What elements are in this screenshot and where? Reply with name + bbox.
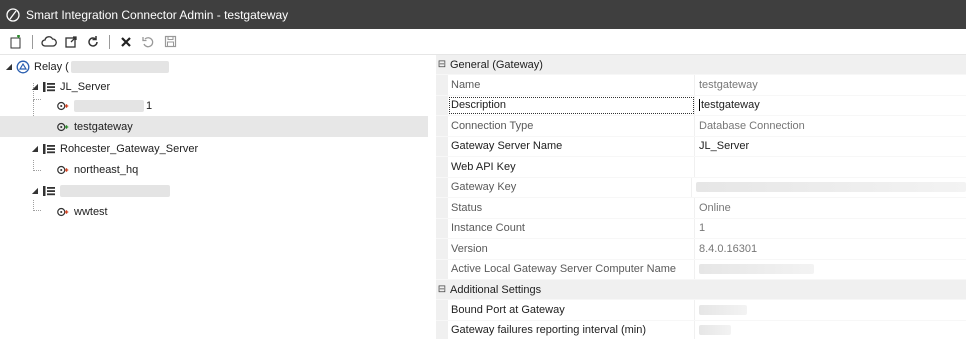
tree-node-label: Rohcester_Gateway_Server bbox=[60, 142, 199, 155]
tree-node-label: 1 bbox=[146, 99, 153, 112]
description-input[interactable]: testgateway bbox=[695, 96, 966, 116]
tree-node-gateway-selected[interactable]: testgateway bbox=[0, 116, 428, 137]
relay-icon bbox=[16, 60, 30, 74]
property-value[interactable]: JL_Server bbox=[695, 137, 966, 157]
redacted-text bbox=[699, 264, 814, 275]
property-name: Name bbox=[448, 75, 695, 95]
property-value: 8.4.0.16301 bbox=[699, 242, 758, 255]
property-row-instance-count[interactable]: Instance Count 1 bbox=[436, 218, 966, 239]
property-name: Gateway failures reporting interval (min… bbox=[448, 320, 695, 339]
property-name: Status bbox=[448, 198, 695, 218]
server-icon bbox=[42, 142, 56, 156]
property-name: Connection Type bbox=[448, 116, 695, 136]
redacted-text bbox=[60, 184, 170, 197]
property-row-description[interactable]: Description testgateway bbox=[436, 95, 966, 116]
tree-node-server[interactable]: ◢ JL_Server bbox=[0, 76, 428, 97]
property-value: testgateway bbox=[701, 99, 760, 112]
toolbar-separator bbox=[32, 34, 33, 49]
property-value: 1 bbox=[699, 222, 706, 235]
property-row-version[interactable]: Version 8.4.0.16301 bbox=[436, 239, 966, 260]
gateway-icon bbox=[56, 99, 70, 113]
property-name: Description bbox=[448, 95, 695, 115]
property-value[interactable] bbox=[695, 300, 966, 320]
property-name: Bound Port at Gateway bbox=[448, 300, 695, 320]
property-grid: ⊟ General (Gateway) Name testgateway Des… bbox=[436, 55, 966, 339]
refresh-icon[interactable] bbox=[83, 32, 103, 52]
title-bar: Smart Integration Connector Admin - test… bbox=[0, 0, 966, 29]
tree-node-relay[interactable]: ◢ Relay ( bbox=[0, 56, 428, 77]
tree-node-label: Relay ( bbox=[34, 60, 69, 73]
property-name: Instance Count bbox=[448, 218, 695, 238]
collapse-icon[interactable]: ◢ bbox=[30, 186, 40, 195]
gateway-icon bbox=[56, 205, 70, 219]
tree-node-gateway[interactable]: northeast_hq bbox=[0, 159, 428, 180]
text-caret bbox=[699, 99, 700, 112]
redacted-text bbox=[699, 304, 747, 315]
redacted-text bbox=[699, 325, 731, 336]
redacted-text bbox=[70, 60, 169, 73]
collapse-category-icon[interactable]: ⊟ bbox=[436, 59, 448, 70]
property-value: Online bbox=[699, 201, 731, 214]
category-additional-settings[interactable]: ⊟ Additional Settings bbox=[436, 280, 966, 300]
collapse-icon[interactable]: ◢ bbox=[30, 144, 40, 153]
property-row-web-api-key[interactable]: Web API Key bbox=[436, 157, 966, 178]
property-value bbox=[692, 178, 966, 198]
tree-node-gateway[interactable]: 1 bbox=[0, 95, 428, 116]
new-icon[interactable] bbox=[6, 32, 26, 52]
connector-tree: ◢ Relay ( ◢ JL_Server 1 testgateway ◢ Ro… bbox=[0, 55, 428, 339]
server-icon bbox=[42, 80, 56, 94]
server-icon bbox=[42, 184, 56, 198]
collapse-category-icon[interactable]: ⊟ bbox=[436, 284, 448, 295]
property-row-failure-interval[interactable]: Gateway failures reporting interval (min… bbox=[436, 320, 966, 339]
tree-node-label: wwtest bbox=[74, 205, 108, 218]
redacted-text bbox=[696, 182, 966, 193]
toolbar bbox=[0, 29, 966, 55]
property-row-connection-type[interactable]: Connection Type Database Connection bbox=[436, 116, 966, 137]
tree-node-server[interactable]: ◢ Rohcester_Gateway_Server bbox=[0, 138, 428, 159]
property-name: Web API Key bbox=[448, 157, 695, 177]
undo-icon[interactable] bbox=[138, 32, 158, 52]
property-row-status[interactable]: Status Online bbox=[436, 198, 966, 219]
redacted-text bbox=[74, 99, 144, 112]
collapse-icon[interactable]: ◢ bbox=[30, 82, 40, 91]
property-name: Gateway Server Name bbox=[448, 136, 695, 156]
gateway-icon bbox=[56, 163, 70, 177]
open-external-icon[interactable] bbox=[61, 32, 81, 52]
tree-node-label: testgateway bbox=[74, 120, 133, 133]
property-value[interactable] bbox=[695, 321, 966, 339]
delete-icon[interactable] bbox=[116, 32, 136, 52]
tree-node-gateway[interactable]: wwtest bbox=[0, 201, 428, 222]
property-row-active-local-computer[interactable]: Active Local Gateway Server Computer Nam… bbox=[436, 259, 966, 280]
gateway-icon bbox=[56, 120, 70, 134]
tree-node-label: JL_Server bbox=[60, 80, 111, 93]
property-value: Database Connection bbox=[699, 119, 805, 132]
property-row-name[interactable]: Name testgateway bbox=[436, 75, 966, 96]
property-value[interactable] bbox=[695, 157, 966, 177]
save-icon[interactable] bbox=[160, 32, 180, 52]
tree-node-server[interactable]: ◢ bbox=[0, 180, 428, 201]
toolbar-separator bbox=[109, 34, 110, 49]
category-general[interactable]: ⊟ General (Gateway) bbox=[436, 55, 966, 75]
property-row-gateway-key[interactable]: Gateway Key bbox=[436, 177, 966, 198]
property-value: testgateway bbox=[699, 78, 758, 91]
category-label: General (Gateway) bbox=[450, 58, 543, 71]
cloud-icon[interactable] bbox=[39, 32, 59, 52]
property-name: Active Local Gateway Server Computer Nam… bbox=[448, 259, 695, 279]
property-value bbox=[695, 260, 966, 280]
tree-node-label: northeast_hq bbox=[74, 163, 139, 176]
category-label: Additional Settings bbox=[450, 283, 542, 296]
app-logo-icon bbox=[6, 7, 20, 22]
property-row-gateway-server-name[interactable]: Gateway Server Name JL_Server bbox=[436, 136, 966, 157]
window-title: Smart Integration Connector Admin - test… bbox=[26, 7, 289, 22]
property-name: Version bbox=[448, 239, 695, 259]
property-name: Gateway Key bbox=[448, 177, 692, 197]
property-row-bound-port[interactable]: Bound Port at Gateway bbox=[436, 300, 966, 321]
collapse-icon[interactable]: ◢ bbox=[4, 62, 14, 71]
